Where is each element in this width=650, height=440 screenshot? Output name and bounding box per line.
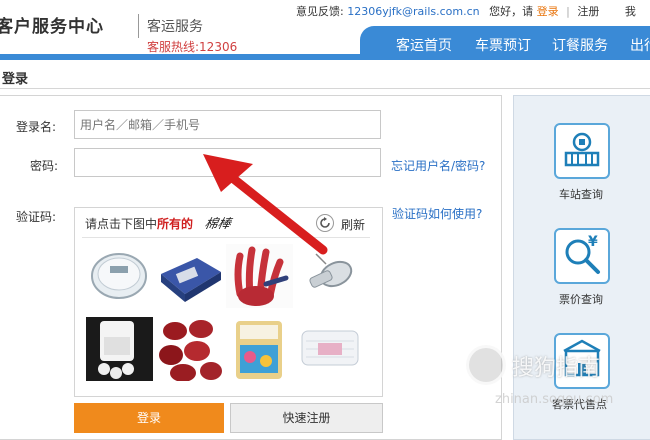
feedback-email-link[interactable]: 12306yjfk@rails.com.cn: [347, 5, 479, 18]
nav-travel[interactable]: 出行: [630, 35, 650, 55]
captcha-image-pill-bottle[interactable]: [86, 317, 153, 381]
captcha-prompt-text: 请点击下图中: [85, 217, 158, 231]
captcha-label: 验证码:: [16, 210, 57, 224]
captcha-image-cotton-swab-box[interactable]: [226, 317, 293, 381]
watermark-logo: [466, 345, 506, 385]
login-button[interactable]: 登录: [74, 403, 224, 433]
captcha-prompt: 请点击下图中所有的: [85, 215, 193, 232]
forgot-password-link[interactable]: 忘记用户名/密码?: [391, 157, 485, 174]
nav-ticket-booking[interactable]: 车票预订: [475, 35, 531, 55]
username-label: 登录名:: [16, 120, 57, 134]
top-cut-link[interactable]: 我: [603, 5, 636, 18]
feedback-label: 意见反馈:: [296, 5, 344, 18]
watermark-url: zhinan.sogou.com: [495, 392, 614, 407]
nav-home[interactable]: 客运首页: [396, 35, 452, 55]
refresh-button[interactable]: 刷新: [341, 216, 365, 233]
top-bar: 意见反馈: 12306yjfk@rails.com.cn 您好，请 登录 | 注…: [296, 3, 636, 19]
annotation-arrow: [203, 154, 328, 255]
captcha-help-link[interactable]: 验证码如何使用?: [392, 205, 482, 222]
fare-search-icon[interactable]: ¥: [554, 228, 610, 284]
captcha-image-cotton-swab-pack[interactable]: [296, 317, 363, 381]
brand-divider: [138, 14, 139, 38]
nav-meal-service[interactable]: 订餐服务: [552, 35, 608, 55]
top-separator: |: [566, 5, 570, 18]
brand-subtitle: 客运服务: [147, 19, 203, 35]
captcha-image-scale[interactable]: [86, 244, 153, 308]
top-login-link[interactable]: 登录: [537, 5, 559, 18]
brand-title: 客户服务中心: [0, 17, 104, 37]
station-icon[interactable]: [554, 123, 610, 179]
captcha-prompt-emphasis: 所有的: [157, 217, 194, 231]
password-label: 密码:: [30, 159, 59, 173]
hotline-text: 客服热线:12306: [147, 40, 238, 54]
svg-text:¥: ¥: [588, 234, 598, 250]
side-station-label[interactable]: 车站查询: [559, 186, 603, 202]
greeting-text: 您好，请: [489, 5, 534, 18]
side-fare-label[interactable]: 票价查询: [559, 291, 603, 307]
quick-register-button[interactable]: 快速注册: [230, 403, 383, 433]
top-register-link[interactable]: 注册: [577, 5, 599, 18]
page-title: 登录: [2, 72, 29, 87]
watermark-text: 搜狗指南: [512, 356, 601, 381]
captcha-image-red-dates[interactable]: [157, 317, 224, 381]
title-divider: [0, 88, 650, 89]
username-input[interactable]: [74, 110, 381, 139]
